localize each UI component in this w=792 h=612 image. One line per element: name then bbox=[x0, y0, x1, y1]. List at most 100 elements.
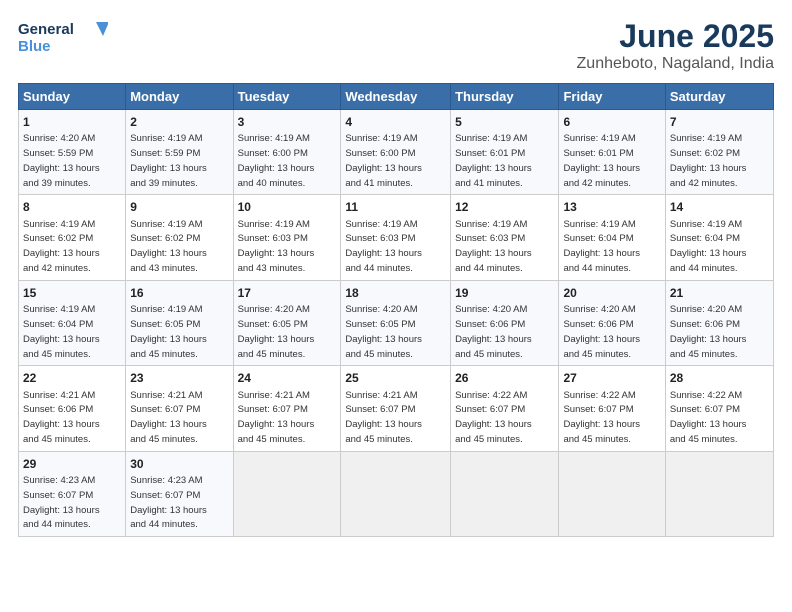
day-info: Sunrise: 4:20 AMSunset: 6:05 PMDaylight:… bbox=[345, 304, 422, 359]
day-info: Sunrise: 4:19 AMSunset: 6:03 PMDaylight:… bbox=[345, 219, 422, 274]
calendar-day-cell: 5 Sunrise: 4:19 AMSunset: 6:01 PMDaylight… bbox=[451, 110, 559, 195]
day-number: 25 bbox=[345, 370, 446, 386]
day-info: Sunrise: 4:19 AMSunset: 6:04 PMDaylight:… bbox=[563, 219, 640, 274]
day-info: Sunrise: 4:19 AMSunset: 6:01 PMDaylight:… bbox=[455, 133, 532, 188]
day-info: Sunrise: 4:19 AMSunset: 6:02 PMDaylight:… bbox=[23, 219, 100, 274]
calendar-day-cell: 6 Sunrise: 4:19 AMSunset: 6:01 PMDaylight… bbox=[559, 110, 665, 195]
day-info: Sunrise: 4:19 AMSunset: 6:03 PMDaylight:… bbox=[455, 219, 532, 274]
day-info: Sunrise: 4:20 AMSunset: 5:59 PMDaylight:… bbox=[23, 133, 100, 188]
day-number: 11 bbox=[345, 199, 446, 215]
day-info: Sunrise: 4:19 AMSunset: 6:05 PMDaylight:… bbox=[130, 304, 207, 359]
calendar-day-cell: 29 Sunrise: 4:23 AMSunset: 6:07 PMDayligh… bbox=[19, 451, 126, 536]
day-info: Sunrise: 4:22 AMSunset: 6:07 PMDaylight:… bbox=[670, 390, 747, 445]
calendar-week-row: 15 Sunrise: 4:19 AMSunset: 6:04 PMDayligh… bbox=[19, 280, 774, 365]
day-number: 30 bbox=[130, 456, 228, 472]
day-info: Sunrise: 4:23 AMSunset: 6:07 PMDaylight:… bbox=[130, 475, 207, 530]
day-number: 28 bbox=[670, 370, 769, 386]
header-saturday: Saturday bbox=[665, 84, 773, 110]
header-monday: Monday bbox=[126, 84, 233, 110]
day-number: 4 bbox=[345, 114, 446, 130]
day-number: 2 bbox=[130, 114, 228, 130]
svg-text:General: General bbox=[18, 21, 74, 38]
day-info: Sunrise: 4:19 AMSunset: 6:04 PMDaylight:… bbox=[23, 304, 100, 359]
calendar-day-cell: 20 Sunrise: 4:20 AMSunset: 6:06 PMDayligh… bbox=[559, 280, 665, 365]
day-number: 18 bbox=[345, 285, 446, 301]
day-info: Sunrise: 4:23 AMSunset: 6:07 PMDaylight:… bbox=[23, 475, 100, 530]
calendar-week-row: 1 Sunrise: 4:20 AMSunset: 5:59 PMDaylight… bbox=[19, 110, 774, 195]
calendar-day-cell: 30 Sunrise: 4:23 AMSunset: 6:07 PMDayligh… bbox=[126, 451, 233, 536]
calendar-day-cell: 14 Sunrise: 4:19 AMSunset: 6:04 PMDayligh… bbox=[665, 195, 773, 280]
day-info: Sunrise: 4:20 AMSunset: 6:06 PMDaylight:… bbox=[563, 304, 640, 359]
page: General Blue June 2025 Zunheboto, Nagala… bbox=[0, 0, 792, 612]
header-thursday: Thursday bbox=[451, 84, 559, 110]
calendar-week-row: 8 Sunrise: 4:19 AMSunset: 6:02 PMDaylight… bbox=[19, 195, 774, 280]
day-number: 13 bbox=[563, 199, 660, 215]
day-info: Sunrise: 4:21 AMSunset: 6:07 PMDaylight:… bbox=[130, 390, 207, 445]
day-info: Sunrise: 4:19 AMSunset: 5:59 PMDaylight:… bbox=[130, 133, 207, 188]
calendar-day-cell: 19 Sunrise: 4:20 AMSunset: 6:06 PMDayligh… bbox=[451, 280, 559, 365]
day-number: 27 bbox=[563, 370, 660, 386]
header: General Blue June 2025 Zunheboto, Nagala… bbox=[18, 18, 774, 73]
calendar-header-row: SundayMondayTuesdayWednesdayThursdayFrid… bbox=[19, 84, 774, 110]
day-info: Sunrise: 4:21 AMSunset: 6:07 PMDaylight:… bbox=[345, 390, 422, 445]
header-sunday: Sunday bbox=[19, 84, 126, 110]
day-number: 29 bbox=[23, 456, 121, 472]
calendar-day-cell: 25 Sunrise: 4:21 AMSunset: 6:07 PMDayligh… bbox=[341, 366, 451, 451]
calendar-day-cell: 24 Sunrise: 4:21 AMSunset: 6:07 PMDayligh… bbox=[233, 366, 341, 451]
day-number: 26 bbox=[455, 370, 554, 386]
calendar-day-cell: 16 Sunrise: 4:19 AMSunset: 6:05 PMDayligh… bbox=[126, 280, 233, 365]
header-friday: Friday bbox=[559, 84, 665, 110]
calendar-day-cell: 13 Sunrise: 4:19 AMSunset: 6:04 PMDayligh… bbox=[559, 195, 665, 280]
day-number: 9 bbox=[130, 199, 228, 215]
day-info: Sunrise: 4:19 AMSunset: 6:00 PMDaylight:… bbox=[238, 133, 315, 188]
svg-text:Blue: Blue bbox=[18, 38, 51, 55]
day-number: 17 bbox=[238, 285, 337, 301]
header-tuesday: Tuesday bbox=[233, 84, 341, 110]
day-info: Sunrise: 4:20 AMSunset: 6:06 PMDaylight:… bbox=[670, 304, 747, 359]
calendar-day-cell: 7Sunrise: 4:19 AMSunset: 6:02 PMDaylight… bbox=[665, 110, 773, 195]
calendar-day-cell: 21 Sunrise: 4:20 AMSunset: 6:06 PMDayligh… bbox=[665, 280, 773, 365]
day-number: 19 bbox=[455, 285, 554, 301]
day-number: 6 bbox=[563, 114, 660, 130]
calendar-day-cell bbox=[559, 451, 665, 536]
day-number: 22 bbox=[23, 370, 121, 386]
day-number: 14 bbox=[670, 199, 769, 215]
calendar-day-cell bbox=[341, 451, 451, 536]
day-info: Sunrise: 4:19 AMSunset: 6:01 PMDaylight:… bbox=[563, 133, 640, 188]
calendar-day-cell: 22Sunrise: 4:21 AMSunset: 6:06 PMDayligh… bbox=[19, 366, 126, 451]
day-number: 5 bbox=[455, 114, 554, 130]
day-info: Sunrise: 4:19 AMSunset: 6:02 PMDaylight:… bbox=[130, 219, 207, 274]
title-block: June 2025 Zunheboto, Nagaland, India bbox=[577, 18, 774, 73]
calendar-day-cell: 4 Sunrise: 4:19 AMSunset: 6:00 PMDaylight… bbox=[341, 110, 451, 195]
calendar-day-cell: 3 Sunrise: 4:19 AMSunset: 6:00 PMDaylight… bbox=[233, 110, 341, 195]
calendar-day-cell: 2 Sunrise: 4:19 AMSunset: 5:59 PMDaylight… bbox=[126, 110, 233, 195]
day-info: Sunrise: 4:21 AMSunset: 6:07 PMDaylight:… bbox=[238, 390, 315, 445]
day-number: 3 bbox=[238, 114, 337, 130]
day-number: 15 bbox=[23, 285, 121, 301]
day-info: Sunrise: 4:19 AMSunset: 6:04 PMDaylight:… bbox=[670, 219, 747, 274]
day-info: Sunrise: 4:20 AMSunset: 6:05 PMDaylight:… bbox=[238, 304, 315, 359]
day-number: 20 bbox=[563, 285, 660, 301]
day-info: Sunrise: 4:19 AMSunset: 6:03 PMDaylight:… bbox=[238, 219, 315, 274]
calendar-day-cell: 28 Sunrise: 4:22 AMSunset: 6:07 PMDayligh… bbox=[665, 366, 773, 451]
calendar-day-cell: 8 Sunrise: 4:19 AMSunset: 6:02 PMDaylight… bbox=[19, 195, 126, 280]
calendar-day-cell bbox=[451, 451, 559, 536]
calendar-day-cell: 17 Sunrise: 4:20 AMSunset: 6:05 PMDayligh… bbox=[233, 280, 341, 365]
logo: General Blue bbox=[18, 18, 108, 61]
day-number: 24 bbox=[238, 370, 337, 386]
day-number: 21 bbox=[670, 285, 769, 301]
calendar-title: June 2025 bbox=[577, 18, 774, 55]
calendar-day-cell: 12 Sunrise: 4:19 AMSunset: 6:03 PMDayligh… bbox=[451, 195, 559, 280]
day-info: Sunrise: 4:19 AMSunset: 6:00 PMDaylight:… bbox=[345, 133, 422, 188]
day-number: 1 bbox=[23, 114, 121, 130]
calendar-day-cell: 23Sunrise: 4:21 AMSunset: 6:07 PMDayligh… bbox=[126, 366, 233, 451]
header-wednesday: Wednesday bbox=[341, 84, 451, 110]
calendar-day-cell: 26Sunrise: 4:22 AMSunset: 6:07 PMDayligh… bbox=[451, 366, 559, 451]
day-number: 8 bbox=[23, 199, 121, 215]
day-info: Sunrise: 4:20 AMSunset: 6:06 PMDaylight:… bbox=[455, 304, 532, 359]
day-info: Sunrise: 4:19 AMSunset: 6:02 PMDaylight:… bbox=[670, 133, 747, 188]
day-info: Sunrise: 4:22 AMSunset: 6:07 PMDaylight:… bbox=[563, 390, 640, 445]
calendar-day-cell: 11 Sunrise: 4:19 AMSunset: 6:03 PMDayligh… bbox=[341, 195, 451, 280]
day-number: 12 bbox=[455, 199, 554, 215]
day-number: 16 bbox=[130, 285, 228, 301]
